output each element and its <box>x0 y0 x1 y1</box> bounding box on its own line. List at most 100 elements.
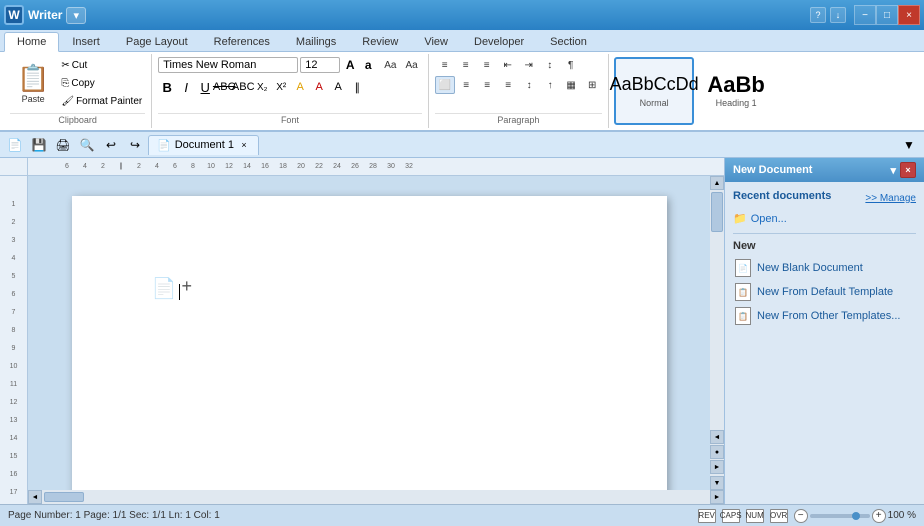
tab-section[interactable]: Section <box>537 31 600 51</box>
para-spacing-button[interactable]: ↑ <box>540 76 560 94</box>
tab-mailings[interactable]: Mailings <box>283 31 349 51</box>
horizontal-ruler: 642 | 246 81012 141618 202224 26283032 <box>28 158 724 176</box>
update-icon[interactable]: ↓ <box>830 7 846 23</box>
panel-close-button[interactable]: × <box>900 162 916 178</box>
scroll-next-btn[interactable]: ► <box>710 460 724 474</box>
decrease-indent-button[interactable]: ⇤ <box>498 56 518 74</box>
border-button[interactable]: ⊞ <box>582 76 602 94</box>
subscript-button[interactable]: X₂ <box>253 78 271 96</box>
page-content[interactable]: 📄 + <box>72 196 667 490</box>
font-color-button[interactable]: A <box>310 78 328 96</box>
numbered-list-button[interactable]: ≡ <box>456 56 476 74</box>
find-toolbar-button[interactable]: 🔍 <box>76 134 98 156</box>
app-dropdown[interactable]: ▾ <box>66 7 86 24</box>
panel-dropdown-icon[interactable]: ▾ <box>890 164 896 177</box>
scroll-center-btn[interactable]: ● <box>710 445 724 459</box>
scroll-right-button[interactable]: ► <box>710 490 724 504</box>
scroll-down-button[interactable]: ▼ <box>710 476 724 490</box>
hscroll-thumb[interactable] <box>44 492 84 502</box>
print-toolbar-button[interactable]: 🖨 <box>52 134 74 156</box>
tab-references[interactable]: References <box>201 31 283 51</box>
doc-area: 642 | 246 81012 141618 202224 26283032 1… <box>0 158 724 504</box>
justify-button[interactable]: ≡ <box>498 76 518 94</box>
new-doc-toolbar-button[interactable]: 📄 <box>4 134 26 156</box>
style-heading[interactable]: AaBb Heading 1 <box>696 57 776 125</box>
doc-tab-close-button[interactable]: × <box>238 139 250 151</box>
doc-viewport[interactable]: 📄 + <box>0 176 710 490</box>
help-icon[interactable]: ? <box>810 7 826 23</box>
scroll-thumb[interactable] <box>711 192 723 232</box>
scroll-up-button[interactable]: ▲ <box>710 176 724 190</box>
vertical-scrollbar[interactable]: ▲ ◄ ● ► ▼ <box>710 176 724 490</box>
text-effect-button[interactable]: ∥ <box>348 78 366 96</box>
undo-toolbar-button[interactable]: ↩ <box>100 134 122 156</box>
change-case-button[interactable]: Aa <box>401 56 421 74</box>
font-name-input[interactable] <box>158 57 298 73</box>
clear-format-button[interactable]: Aa <box>380 56 400 74</box>
font-size-input[interactable] <box>300 57 340 73</box>
font-shrink-button[interactable]: a <box>360 57 376 73</box>
format-painter-button[interactable]: 🖌Format Painter <box>58 94 145 109</box>
save-toolbar-button[interactable]: 💾 <box>28 134 50 156</box>
zoom-out-button[interactable]: − <box>794 509 808 523</box>
view-options-button[interactable]: ▼ <box>898 134 920 156</box>
tab-insert[interactable]: Insert <box>59 31 113 51</box>
align-center-button[interactable]: ≡ <box>456 76 476 94</box>
scroll-prev-btn[interactable]: ◄ <box>710 430 724 444</box>
close-button[interactable]: × <box>898 5 920 25</box>
redo-toolbar-button[interactable]: ↪ <box>124 134 146 156</box>
tab-view[interactable]: View <box>411 31 461 51</box>
paste-button[interactable]: 📋 Paste <box>10 58 56 110</box>
style-normal-label: Normal <box>640 98 669 108</box>
horizontal-scrollbar[interactable]: ◄ ► <box>0 490 724 504</box>
maximize-button[interactable]: □ <box>876 5 898 25</box>
line-spacing-button[interactable]: ↕ <box>519 76 539 94</box>
tab-home[interactable]: Home <box>4 32 59 52</box>
copy-button[interactable]: ⎘Copy <box>58 76 145 91</box>
superscript-button[interactable]: X² <box>272 78 290 96</box>
document-tab[interactable]: 📄 Document 1 × <box>148 135 259 155</box>
sort-button[interactable]: ↕ <box>540 56 560 74</box>
align-left-button[interactable]: ⬜ <box>435 76 455 94</box>
zoom-in-button[interactable]: + <box>872 509 886 523</box>
highlight-button[interactable]: A <box>291 78 309 96</box>
zoom-value: 100 % <box>888 510 916 521</box>
list-level-button[interactable]: ≡ <box>477 56 497 74</box>
open-link[interactable]: 📁 Open... <box>733 210 916 227</box>
bullet-list-button[interactable]: ≡ <box>435 56 455 74</box>
new-section-title: New <box>733 240 916 252</box>
zoom-control[interactable]: − + 100 % <box>794 509 916 523</box>
manage-link[interactable]: >> Manage <box>865 193 916 204</box>
background-color-button[interactable]: A <box>329 78 347 96</box>
show-formatting-button[interactable]: ¶ <box>561 56 581 74</box>
page-info: Page Number: 1 Page: 1/1 Sec: 1/1 Ln: 1 … <box>8 510 220 521</box>
panel-content: Recent documents >> Manage 📁 Open... New… <box>725 182 924 504</box>
app-logo: W <box>4 5 24 25</box>
font-grow-button[interactable]: A <box>342 57 358 73</box>
scroll-left-button[interactable]: ◄ <box>28 490 42 504</box>
tab-page-layout[interactable]: Page Layout <box>113 31 201 51</box>
increase-indent-button[interactable]: ⇥ <box>519 56 539 74</box>
tab-developer[interactable]: Developer <box>461 31 537 51</box>
strikethrough-button[interactable]: ABC <box>215 78 233 96</box>
cut-button[interactable]: ✂Cut <box>58 58 145 73</box>
paragraph-group: ≡ ≡ ≡ ⇤ ⇥ ↕ ¶ ⬜ ≡ ≡ ≡ ↕ ↑ ▦ ⊞ Paragraph <box>429 54 609 128</box>
abc-button[interactable]: ABC <box>234 78 252 96</box>
align-right-button[interactable]: ≡ <box>477 76 497 94</box>
caps-indicator: CAPS <box>722 509 740 523</box>
tab-review[interactable]: Review <box>349 31 411 51</box>
zoom-slider[interactable] <box>810 514 870 518</box>
toolbar-area: 📄 💾 🖨 🔍 ↩ ↪ 📄 Document 1 × ▼ <box>0 132 924 158</box>
bold-button[interactable]: B <box>158 78 176 96</box>
new-from-template-item[interactable]: 📋 New From Default Template <box>733 280 916 304</box>
status-bar: Page Number: 1 Page: 1/1 Sec: 1/1 Ln: 1 … <box>0 504 924 526</box>
style-normal[interactable]: AaBbCcDd Normal <box>614 57 694 125</box>
style-heading-preview: AaBb <box>707 74 764 96</box>
shading-button[interactable]: ▦ <box>561 76 581 94</box>
zoom-thumb[interactable] <box>852 512 860 520</box>
new-from-other-templates-item[interactable]: 📋 New From Other Templates... <box>733 304 916 328</box>
underline-button[interactable]: U <box>196 78 214 96</box>
minimize-button[interactable]: − <box>854 5 876 25</box>
italic-button[interactable]: I <box>177 78 195 96</box>
new-blank-document-item[interactable]: 📄 New Blank Document <box>733 256 916 280</box>
